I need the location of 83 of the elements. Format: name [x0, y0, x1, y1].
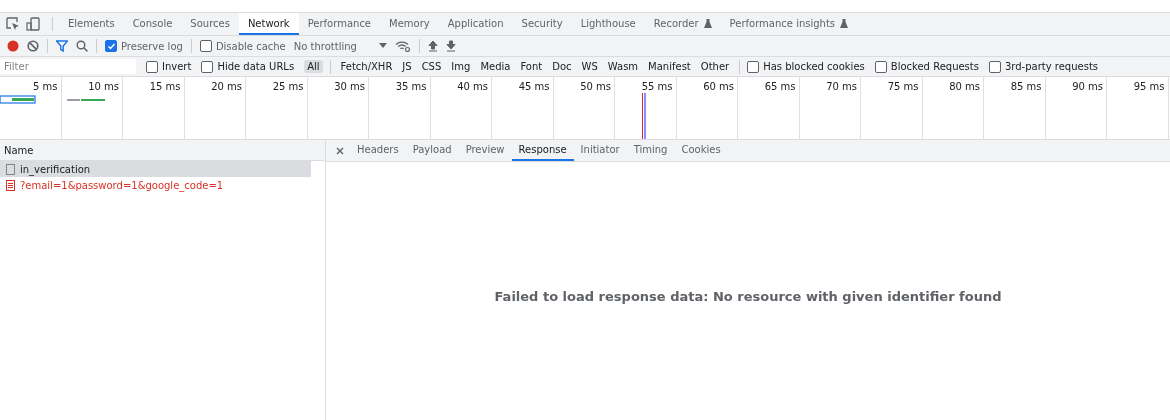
- time-tick-label: 35 ms: [395, 81, 427, 92]
- panel-tab[interactable]: Memory: [380, 13, 439, 35]
- time-tick-label: 95 ms: [1133, 81, 1165, 92]
- time-tick-label: 45 ms: [518, 81, 550, 92]
- time-tick-label: 20 ms: [211, 81, 242, 92]
- name-column-header[interactable]: Name: [0, 140, 325, 161]
- panel-tab[interactable]: Console: [123, 13, 182, 35]
- checkbox-label: Invert: [162, 61, 192, 72]
- details-tab[interactable]: Response: [511, 140, 574, 161]
- panel-tab[interactable]: Security: [512, 13, 572, 35]
- time-tick-label: 90 ms: [1072, 81, 1103, 92]
- clear-icon[interactable]: [27, 40, 39, 52]
- panel-tab[interactable]: Sources: [181, 13, 239, 35]
- time-tick-label: 5 ms: [33, 81, 58, 92]
- type-filter-button[interactable]: Fetch/XHR: [337, 60, 396, 73]
- details-tab[interactable]: Cookies: [674, 140, 728, 161]
- type-filter-button[interactable]: Font: [517, 60, 546, 73]
- panel-tab[interactable]: Network: [238, 13, 299, 35]
- type-filter-button[interactable]: Img: [448, 60, 474, 73]
- time-tick-label: 65 ms: [764, 81, 796, 92]
- type-filter-button[interactable]: WS: [578, 60, 601, 73]
- time-tick-label: 15 ms: [149, 81, 181, 92]
- details-tab[interactable]: Timing: [626, 140, 675, 161]
- details-tab[interactable]: Headers: [350, 140, 406, 161]
- type-filter-button[interactable]: Wasm: [604, 60, 642, 73]
- details-tab[interactable]: Payload: [405, 140, 459, 161]
- type-filter-button[interactable]: Other: [697, 60, 733, 73]
- details-tab[interactable]: Initiator: [573, 140, 627, 161]
- time-tick-label: 75 ms: [887, 81, 919, 92]
- panel-tab[interactable]: Performance insights: [720, 13, 858, 35]
- device-toolbar-icon[interactable]: [26, 17, 40, 31]
- details-tab[interactable]: Preview: [458, 140, 512, 161]
- time-tick-label: 25 ms: [272, 81, 304, 92]
- search-icon[interactable]: [76, 40, 88, 52]
- record-button[interactable]: [7, 40, 19, 52]
- time-tick-label: 40 ms: [457, 81, 488, 92]
- time-tick-label: 55 ms: [641, 81, 673, 92]
- request-row[interactable]: in_verification: [0, 161, 311, 177]
- file-icon: [6, 163, 15, 175]
- error-message: Failed to load response data: No resource with given identifier found: [494, 288, 1002, 304]
- panel-tab[interactable]: Lighthouse: [571, 13, 645, 35]
- filter-field[interactable]: Filter: [0, 59, 136, 74]
- type-filter-button[interactable]: All: [304, 60, 323, 73]
- type-filter-button[interactable]: JS: [399, 60, 415, 73]
- inspect-icon[interactable]: [6, 17, 20, 31]
- panel-tab[interactable]: Performance: [298, 13, 381, 35]
- wifi-settings-icon[interactable]: [394, 40, 411, 52]
- checkbox-label: Preserve log: [121, 40, 183, 52]
- document-icon: [6, 179, 15, 191]
- type-filter-button[interactable]: Doc: [549, 60, 575, 73]
- time-tick-label: 60 ms: [703, 81, 734, 92]
- close-icon[interactable]: [336, 146, 344, 155]
- type-filter-button[interactable]: Media: [477, 60, 514, 73]
- checkbox[interactable]: [201, 60, 214, 73]
- request-row[interactable]: ?email=1&password=1&google_code=1: [0, 177, 325, 193]
- preserve-log-checkbox[interactable]: [105, 40, 117, 52]
- time-tick-label: 80 ms: [949, 81, 980, 92]
- time-tick-label: 85 ms: [1010, 81, 1042, 92]
- download-icon[interactable]: [445, 40, 456, 52]
- type-filter-button[interactable]: Manifest: [645, 60, 694, 73]
- panel-tab[interactable]: Elements: [59, 13, 124, 35]
- upload-icon[interactable]: [427, 40, 438, 52]
- disable-cache-checkbox[interactable]: [199, 40, 212, 52]
- throttling-dropdown[interactable]: No throttling: [293, 40, 357, 52]
- checkbox-label: Has blocked cookies: [763, 61, 865, 72]
- load-event-lines: [642, 93, 646, 139]
- type-filter-button[interactable]: CSS: [418, 60, 445, 73]
- checkbox[interactable]: [874, 60, 887, 73]
- checkbox-label: Disable cache: [215, 40, 286, 52]
- time-tick-label: 30 ms: [334, 81, 365, 92]
- time-tick-label: 50 ms: [580, 81, 611, 92]
- checkbox-label: 3rd-party requests: [1004, 61, 1099, 72]
- caret-icon: [378, 43, 387, 49]
- filter-icon[interactable]: [56, 40, 68, 52]
- checkbox-label: Hide data URLs: [217, 61, 295, 72]
- panel-tab[interactable]: Application: [438, 13, 513, 35]
- time-tick-label: 10 ms: [88, 81, 119, 92]
- checkbox[interactable]: [146, 60, 158, 73]
- checkbox-label: Blocked Requests: [890, 61, 979, 72]
- checkbox[interactable]: [747, 60, 760, 73]
- checkbox[interactable]: [988, 60, 1001, 73]
- panel-tab[interactable]: Recorder: [644, 13, 721, 35]
- time-tick-label: 70 ms: [826, 81, 857, 92]
